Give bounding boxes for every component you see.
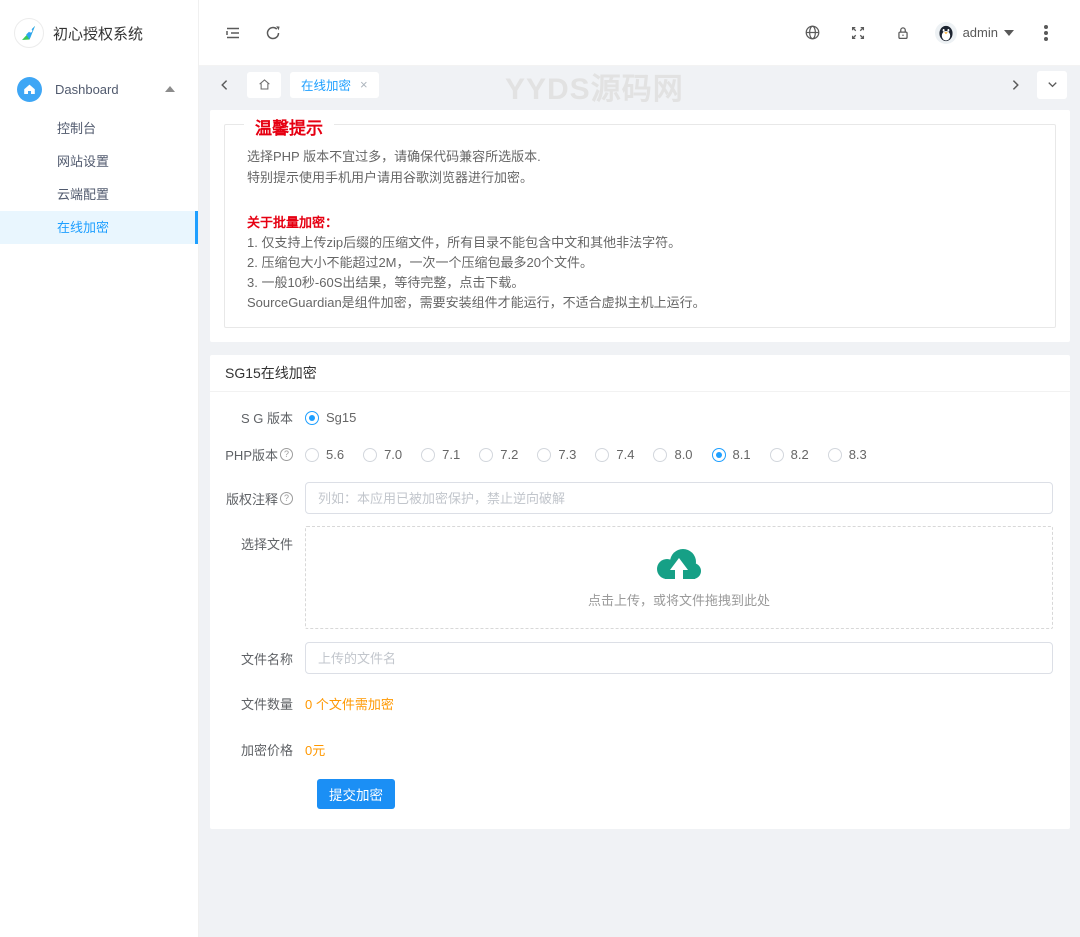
sidebar-item-cloud-config[interactable]: 云端配置 — [0, 178, 198, 211]
notice-batch-title: 关于批量加密： — [247, 213, 1033, 233]
notice-card: 温馨提示 选择PHP 版本不宜过多，请确保代码兼容所选版本. 特别提示使用手机用… — [210, 110, 1070, 342]
price-label: 加密价格 — [210, 740, 305, 759]
user-menu[interactable]: admin — [935, 22, 1014, 44]
info-icon[interactable] — [280, 448, 293, 461]
php-radio[interactable] — [595, 448, 609, 462]
topbar-right: admin — [800, 20, 1059, 46]
file-select-label: 选择文件 — [210, 526, 305, 553]
submit-row: 提交加密 — [210, 779, 1070, 809]
php-radio[interactable] — [712, 448, 726, 462]
avatar — [935, 22, 957, 44]
more-menu-icon[interactable] — [1033, 20, 1059, 46]
sidebar-item-site-settings[interactable]: 网站设置 — [0, 145, 198, 178]
notice-line: 2. 压缩包大小不能超过2M，一次一个压缩包最多20个文件。 — [247, 253, 1033, 273]
upload-hint: 点击上传，或将文件拖拽到此处 — [588, 590, 770, 609]
php-radio[interactable] — [828, 448, 842, 462]
tab-close-icon[interactable] — [360, 78, 368, 91]
php-version-option[interactable]: 8.3 — [828, 447, 867, 462]
php-version-option-selected[interactable]: 8.1 — [712, 447, 751, 462]
notice-line: SourceGuardian是组件加密，需要安装组件才能运行，不适合虚拟主机上运… — [247, 293, 1033, 313]
price-value: 0元 — [305, 740, 325, 759]
language-globe-icon[interactable] — [800, 20, 826, 46]
fullscreen-icon[interactable] — [845, 20, 871, 46]
topbar-left — [220, 20, 286, 46]
tab-home[interactable] — [247, 72, 281, 98]
php-version-option[interactable]: 7.1 — [421, 447, 460, 462]
chevron-down-icon — [1004, 30, 1014, 36]
encrypt-form-card: SG15在线加密 S G 版本 Sg15 PHP版本 — [210, 355, 1070, 829]
copyright-input[interactable] — [305, 482, 1053, 514]
home-icon — [17, 77, 42, 102]
file-select-row: 选择文件 点击上传，或将文件拖拽到此处 — [210, 526, 1070, 629]
notice-legend: 温馨提示 — [244, 114, 334, 139]
notice-line: 特别提示使用手机用户请用谷歌浏览器进行加密。 — [247, 167, 1033, 188]
php-version-option[interactable]: 5.6 — [305, 447, 344, 462]
content: 温馨提示 选择PHP 版本不宜过多，请确保代码兼容所选版本. 特别提示使用手机用… — [199, 103, 1080, 937]
main-area: admin 在线加密 — [199, 0, 1080, 937]
encrypt-form: S G 版本 Sg15 PHP版本 5.6 — [210, 392, 1070, 829]
php-version-option[interactable]: 7.0 — [363, 447, 402, 462]
notice-line: 1. 仅支持上传zip后缀的压缩文件，所有目录不能包含中文和其他非法字符。 — [247, 233, 1033, 253]
file-count-value: 0 个文件需加密 — [305, 694, 394, 713]
chevron-up-icon — [165, 86, 175, 92]
sg-version-label: S G 版本 — [210, 408, 305, 427]
price-row: 加密价格 0元 — [210, 740, 1070, 759]
php-radio[interactable] — [305, 448, 319, 462]
upload-dropzone[interactable]: 点击上传，或将文件拖拽到此处 — [305, 526, 1053, 629]
file-count-row: 文件数量 0 个文件需加密 — [210, 694, 1070, 713]
logo-row: 初心授权系统 — [0, 0, 198, 66]
sg-version-option[interactable]: Sg15 — [305, 410, 356, 425]
filename-input[interactable] — [305, 642, 1053, 674]
php-radio[interactable] — [421, 448, 435, 462]
sidebar-group-dashboard[interactable]: Dashboard — [0, 66, 198, 112]
filename-row: 文件名称 — [210, 642, 1070, 674]
copyright-label: 版权注释 — [210, 489, 305, 508]
sidebar-group-label: Dashboard — [55, 82, 152, 97]
filename-label: 文件名称 — [210, 649, 305, 668]
notice-line: 3. 一般10秒-60S出结果，等待完整，点击下载。 — [247, 273, 1033, 293]
notice-line: 选择PHP 版本不宜过多，请确保代码兼容所选版本. — [247, 146, 1033, 167]
tabs-scroll-left-icon[interactable] — [212, 72, 238, 98]
card-title: SG15在线加密 — [210, 355, 1070, 392]
rocket-logo-icon — [14, 18, 44, 48]
topbar: admin — [199, 0, 1080, 66]
php-version-row: PHP版本 5.6 7.0 7.1 — [210, 445, 1070, 464]
php-version-option[interactable]: 8.0 — [653, 447, 692, 462]
php-radio[interactable] — [479, 448, 493, 462]
file-count-label: 文件数量 — [210, 694, 305, 713]
submit-encrypt-button[interactable]: 提交加密 — [317, 779, 395, 809]
cloud-upload-icon — [655, 547, 703, 583]
sg15-radio[interactable] — [305, 411, 319, 425]
sidebar-item-console[interactable]: 控制台 — [0, 112, 198, 145]
tab-label: 在线加密 — [301, 75, 351, 94]
php-radio[interactable] — [653, 448, 667, 462]
sidebar-item-online-encrypt[interactable]: 在线加密 — [0, 211, 198, 244]
app-window: 初心授权系统 Dashboard 控制台 网站设置 云端配置 在线加密 — [0, 0, 1080, 937]
username: admin — [963, 25, 998, 40]
tabs-menu-icon[interactable] — [1037, 71, 1067, 99]
tabs-scroll-right-icon[interactable] — [1002, 72, 1028, 98]
lock-icon[interactable] — [890, 20, 916, 46]
php-version-option[interactable]: 7.4 — [595, 447, 634, 462]
collapse-sidebar-icon[interactable] — [220, 20, 246, 46]
php-version-option[interactable]: 8.2 — [770, 447, 809, 462]
php-radio[interactable] — [770, 448, 784, 462]
copyright-row: 版权注释 — [210, 482, 1070, 514]
tab-online-encrypt[interactable]: 在线加密 — [290, 72, 379, 98]
php-radio[interactable] — [537, 448, 551, 462]
php-version-option[interactable]: 7.2 — [479, 447, 518, 462]
app-title: 初心授权系统 — [53, 23, 143, 44]
sidebar: 初心授权系统 Dashboard 控制台 网站设置 云端配置 在线加密 — [0, 0, 199, 937]
sg-version-row: S G 版本 Sg15 — [210, 408, 1070, 427]
tabbar: 在线加密 — [199, 66, 1080, 103]
info-icon[interactable] — [280, 492, 293, 505]
notice-fieldset: 温馨提示 选择PHP 版本不宜过多，请确保代码兼容所选版本. 特别提示使用手机用… — [224, 124, 1056, 328]
refresh-icon[interactable] — [260, 20, 286, 46]
php-version-option[interactable]: 7.3 — [537, 447, 576, 462]
php-version-label: PHP版本 — [210, 445, 305, 464]
php-radio[interactable] — [363, 448, 377, 462]
